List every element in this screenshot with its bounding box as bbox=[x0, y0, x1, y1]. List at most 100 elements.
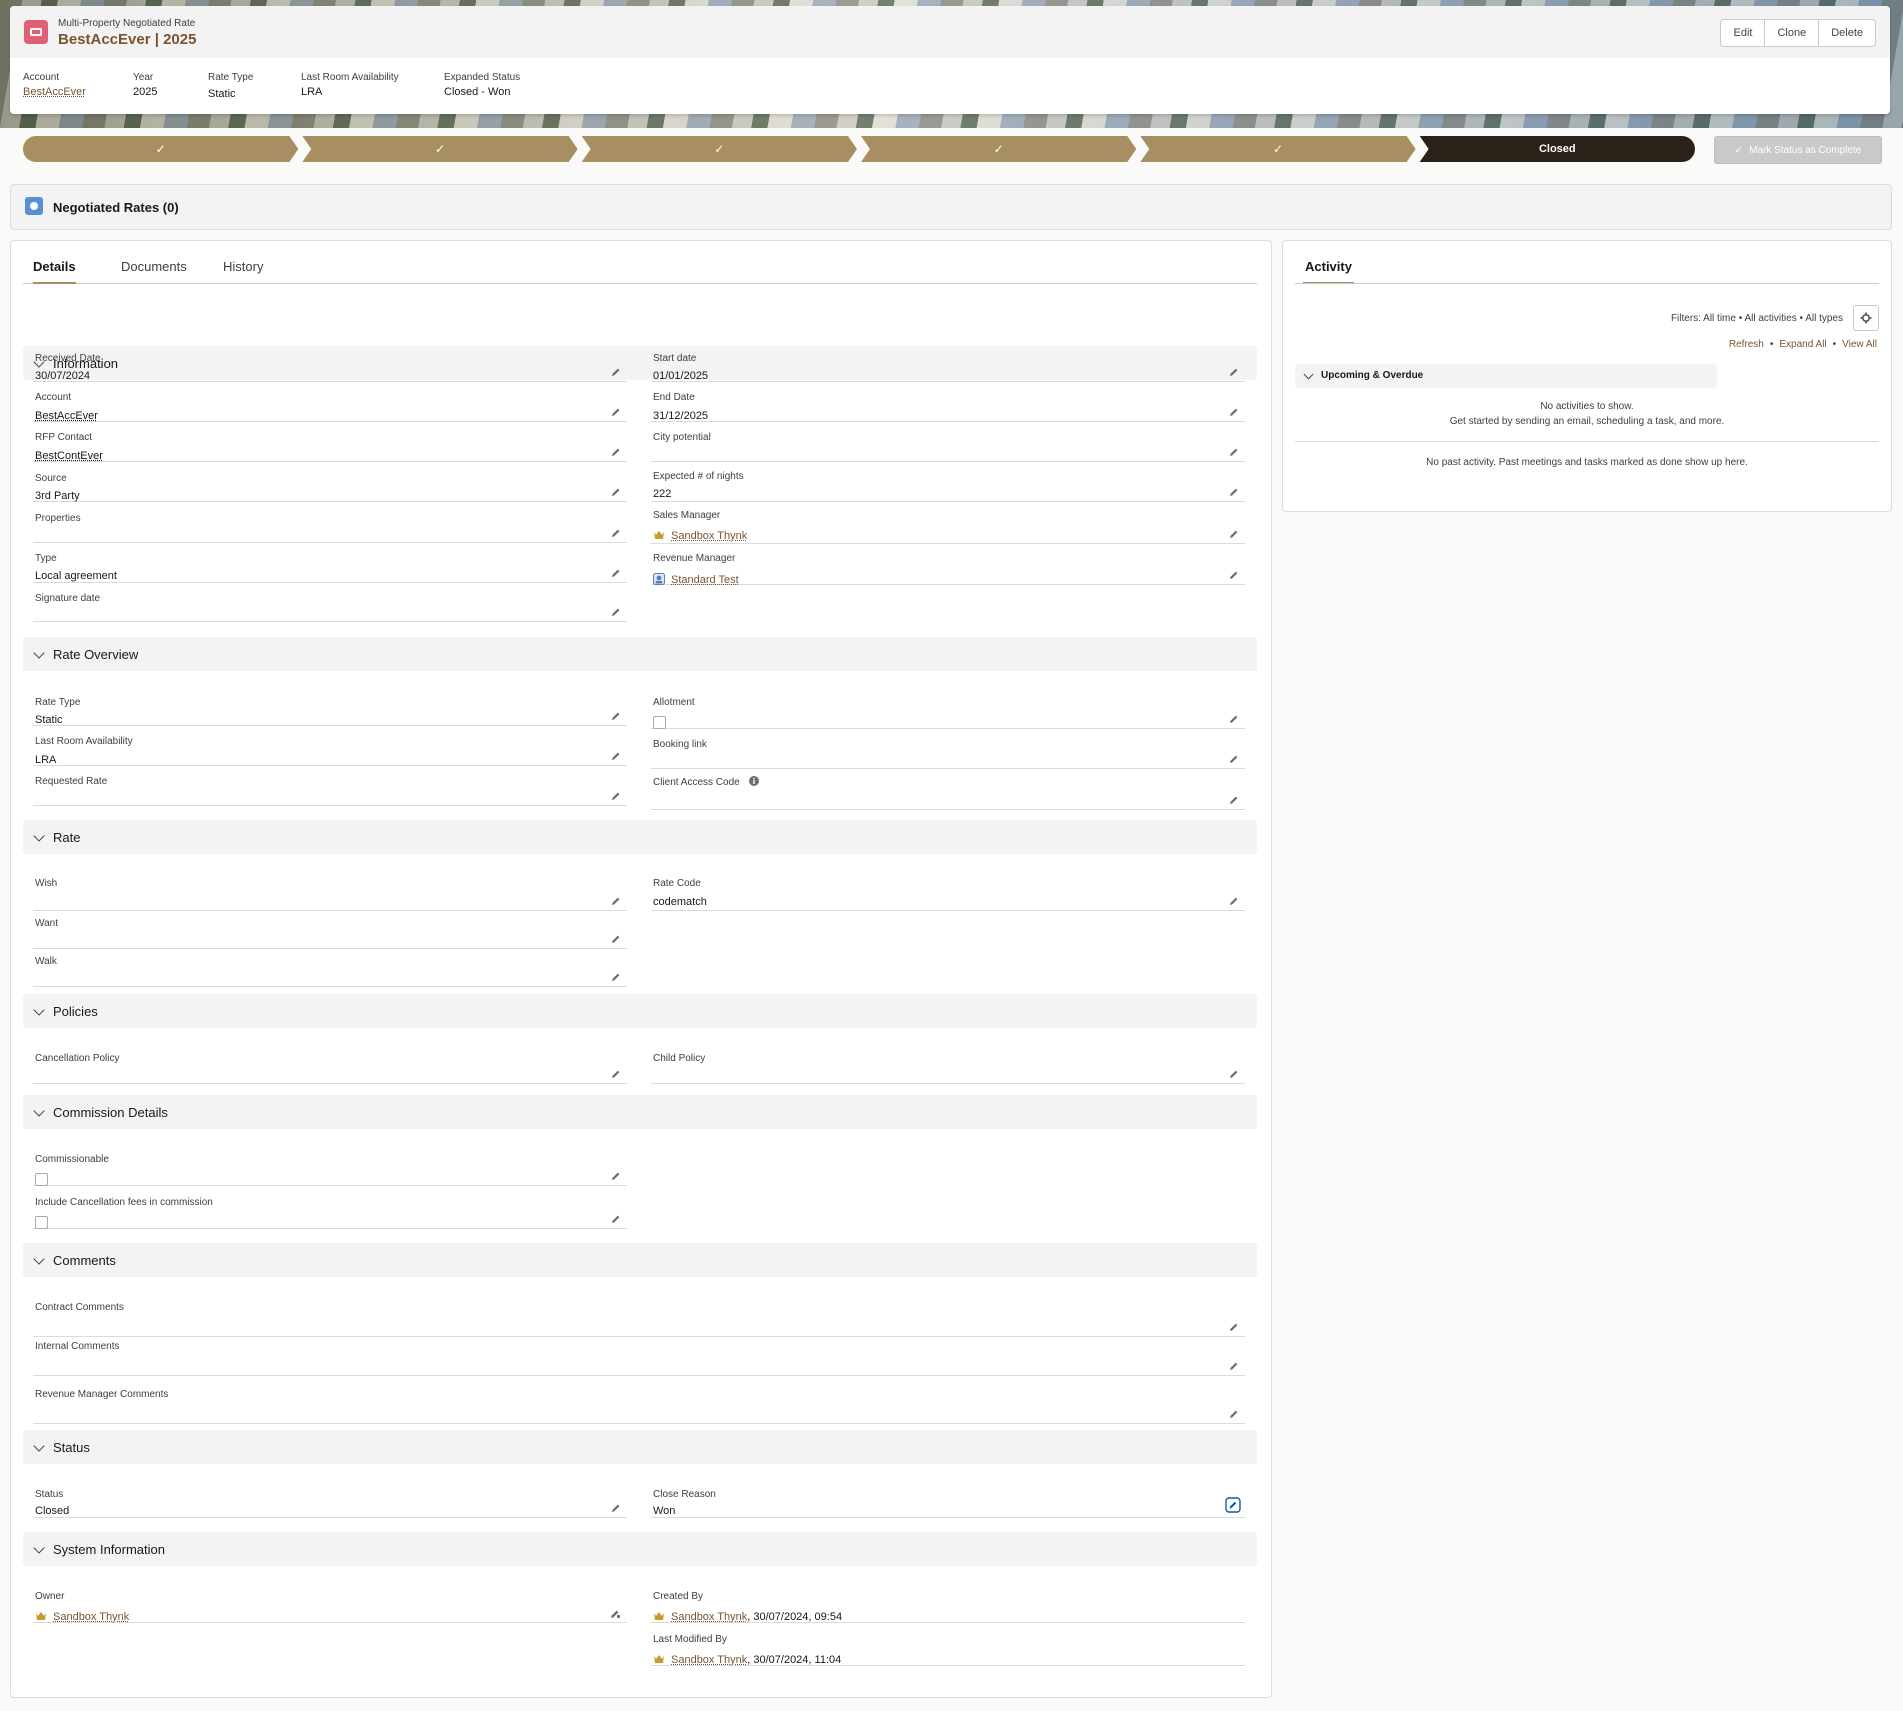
no-activities-message: No activities to show. bbox=[1540, 401, 1634, 412]
mark-status-complete-button[interactable]: ✓ Mark Status as Complete bbox=[1714, 136, 1882, 164]
section-policies[interactable]: Policies bbox=[23, 994, 1257, 1028]
change-owner-icon[interactable] bbox=[610, 1608, 621, 1619]
highlight-account-link[interactable]: BestAccEver bbox=[23, 86, 86, 98]
pencil-icon[interactable] bbox=[1229, 1409, 1239, 1419]
field-value-link[interactable]: BestAccEver bbox=[35, 410, 98, 422]
field-value: 30/07/2024 bbox=[35, 370, 91, 382]
view-all-link[interactable]: View All bbox=[1842, 339, 1877, 350]
pencil-icon[interactable] bbox=[1229, 1322, 1239, 1332]
section-status[interactable]: Status bbox=[23, 1430, 1257, 1464]
edit-icon[interactable] bbox=[1225, 1497, 1241, 1513]
pencil-icon[interactable] bbox=[1229, 1361, 1239, 1371]
pencil-icon[interactable] bbox=[1229, 795, 1239, 805]
path-step-2[interactable]: ✓ bbox=[302, 136, 577, 162]
field-value: Sandbox Thynk, 30/07/2024, 09:54 bbox=[653, 1610, 842, 1623]
path-step-1[interactable]: ✓ bbox=[23, 136, 298, 162]
pencil-icon[interactable] bbox=[611, 1069, 621, 1079]
section-system[interactable]: System Information bbox=[23, 1532, 1257, 1566]
pencil-icon[interactable] bbox=[1229, 529, 1239, 539]
field-value: Static bbox=[35, 714, 63, 726]
highlight-lra-label: Last Room Availability bbox=[301, 72, 399, 83]
pencil-icon[interactable] bbox=[611, 487, 621, 497]
pencil-icon[interactable] bbox=[1229, 487, 1239, 497]
pencil-icon[interactable] bbox=[1229, 714, 1239, 724]
pencil-icon[interactable] bbox=[611, 972, 621, 982]
pencil-icon[interactable] bbox=[611, 447, 621, 457]
field-value: Won bbox=[653, 1505, 676, 1517]
field-label: Revenue Manager bbox=[653, 553, 736, 564]
section-rate-overview[interactable]: Rate Overview bbox=[23, 637, 1257, 671]
pencil-icon[interactable] bbox=[611, 528, 621, 538]
field-booking-link: Booking link bbox=[651, 739, 1245, 769]
section-commission[interactable]: Commission Details bbox=[23, 1095, 1257, 1129]
section-rate[interactable]: Rate bbox=[23, 820, 1257, 854]
clone-button[interactable]: Clone bbox=[1764, 20, 1819, 46]
pencil-icon[interactable] bbox=[611, 1214, 621, 1224]
pencil-icon[interactable] bbox=[611, 607, 621, 617]
gear-icon bbox=[1860, 312, 1872, 324]
tab-activity[interactable]: Activity bbox=[1303, 259, 1354, 284]
no-past-activity-message: No past activity. Past meetings and task… bbox=[1426, 457, 1748, 468]
pencil-icon[interactable] bbox=[1229, 367, 1239, 377]
pencil-icon[interactable] bbox=[1229, 447, 1239, 457]
edit-button[interactable]: Edit bbox=[1721, 20, 1765, 46]
upcoming-overdue-title: Upcoming & Overdue bbox=[1321, 370, 1424, 381]
path-step-closed[interactable]: Closed bbox=[1419, 136, 1695, 162]
user-link[interactable]: Sandbox Thynk bbox=[53, 1611, 129, 1623]
tab-history[interactable]: History bbox=[223, 259, 263, 282]
pencil-icon[interactable] bbox=[611, 568, 621, 578]
pencil-icon[interactable] bbox=[611, 896, 621, 906]
user-link[interactable]: Sandbox Thynk bbox=[671, 530, 747, 542]
record-header-top: Multi-Property Negotiated Rate BestAccEv… bbox=[10, 6, 1890, 58]
activity-tab-divider bbox=[1295, 283, 1879, 284]
tab-documents[interactable]: Documents bbox=[121, 259, 187, 282]
field-received-date: Received Date 30/07/2024 bbox=[33, 353, 627, 382]
activity-settings-button[interactable] bbox=[1853, 305, 1879, 331]
field-requested-rate: Requested Rate bbox=[33, 776, 627, 806]
activity-filters[interactable]: Filters: All time • All activities • All… bbox=[1671, 313, 1843, 324]
pencil-icon[interactable] bbox=[1229, 1069, 1239, 1079]
field-child-policy: Child Policy bbox=[651, 1053, 1245, 1084]
detail-tabs: Details Documents History bbox=[23, 259, 1257, 284]
expand-all-link[interactable]: Expand All bbox=[1779, 339, 1826, 350]
checkbox[interactable] bbox=[35, 1216, 48, 1229]
pencil-icon[interactable] bbox=[611, 1503, 621, 1513]
pencil-icon[interactable] bbox=[611, 367, 621, 377]
field-value-link[interactable]: BestContEver bbox=[35, 450, 103, 462]
section-title: Commission Details bbox=[53, 1105, 168, 1120]
checkbox[interactable] bbox=[653, 716, 666, 729]
chevron-down-icon bbox=[33, 1004, 45, 1016]
delete-button[interactable]: Delete bbox=[1818, 20, 1875, 46]
path-step-4[interactable]: ✓ bbox=[861, 136, 1136, 162]
refresh-link[interactable]: Refresh bbox=[1729, 339, 1764, 350]
pencil-icon[interactable] bbox=[611, 1171, 621, 1181]
path-step-5[interactable]: ✓ bbox=[1140, 136, 1415, 162]
details-card: Details Documents History Information Rat… bbox=[10, 240, 1272, 1698]
highlight-rate-type-value: Static bbox=[208, 88, 236, 100]
pencil-icon[interactable] bbox=[611, 934, 621, 944]
chevron-down-icon bbox=[33, 1105, 45, 1117]
related-list-title[interactable]: Negotiated Rates (0) bbox=[53, 200, 179, 215]
pencil-icon[interactable] bbox=[611, 711, 621, 721]
pencil-icon[interactable] bbox=[611, 407, 621, 417]
pencil-icon[interactable] bbox=[1229, 754, 1239, 764]
user-link[interactable]: Sandbox Thynk bbox=[671, 1611, 747, 1623]
tab-details[interactable]: Details bbox=[33, 259, 76, 284]
field-value: Standard Test bbox=[653, 573, 739, 586]
path-step-3[interactable]: ✓ bbox=[582, 136, 857, 162]
pencil-icon[interactable] bbox=[1229, 570, 1239, 580]
pencil-icon[interactable] bbox=[1229, 407, 1239, 417]
user-link[interactable]: Standard Test bbox=[671, 574, 739, 586]
highlight-year-label: Year bbox=[133, 72, 154, 83]
object-label: Multi-Property Negotiated Rate bbox=[58, 18, 196, 29]
user-link[interactable]: Sandbox Thynk bbox=[671, 1654, 747, 1666]
checkbox[interactable] bbox=[35, 1173, 48, 1186]
pencil-icon[interactable] bbox=[1229, 896, 1239, 906]
field-value: 01/01/2025 bbox=[653, 370, 709, 382]
field-owner: Owner Sandbox Thynk bbox=[33, 1591, 627, 1623]
section-comments[interactable]: Comments bbox=[23, 1243, 1257, 1277]
pencil-icon[interactable] bbox=[611, 751, 621, 761]
upcoming-overdue-section[interactable]: Upcoming & Overdue bbox=[1295, 364, 1717, 388]
pencil-icon[interactable] bbox=[611, 791, 621, 801]
field-client-access-code: Client Access Code bbox=[651, 776, 1245, 810]
